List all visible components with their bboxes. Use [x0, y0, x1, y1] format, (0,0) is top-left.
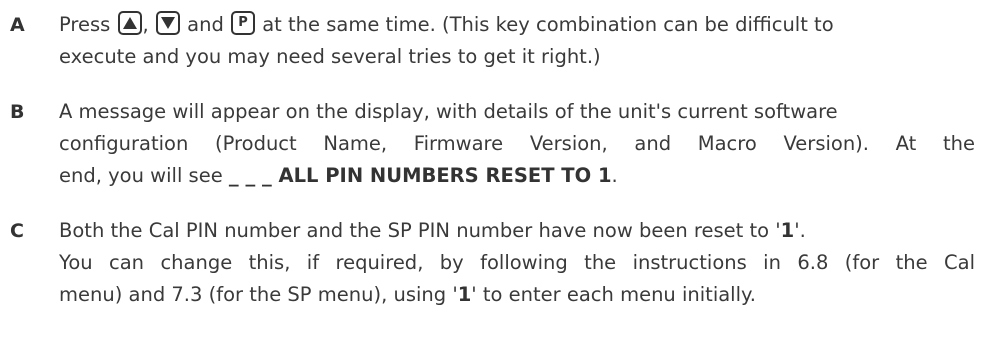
- step-c-line3-post: ' to enter each menu initially.: [471, 283, 756, 306]
- step-line: end, you will see _ _ _ ALL PIN NUMBERS …: [59, 160, 975, 192]
- step-line: configuration (Product Name, Firmware Ve…: [59, 132, 975, 155]
- step-line: You can change this, if required, by fol…: [59, 251, 975, 274]
- step-c-line3-pre: menu) and 7.3 (for the SP menu), using ': [59, 283, 458, 306]
- step-letter: A: [10, 14, 25, 36]
- comma-text: ,: [142, 13, 149, 36]
- step-line: execute and you may need several tries t…: [59, 45, 601, 68]
- step-letter: C: [10, 220, 24, 242]
- step-c-line1-post: '.: [794, 219, 806, 242]
- step-text: Press , and P at the same time. (This ke…: [59, 9, 975, 73]
- step-b-line3-post: .: [611, 164, 618, 187]
- down-arrow-icon: [160, 17, 175, 29]
- step-text: Both the Cal PIN number and the SP PIN n…: [59, 215, 975, 311]
- step-text: A message will appear on the display, wi…: [59, 96, 975, 192]
- step-c-line1-pre: Both the Cal PIN number and the SP PIN n…: [59, 219, 781, 242]
- up-key: [117, 11, 142, 35]
- p-key: P: [231, 11, 256, 35]
- step-b-line3-pre: end, you will see: [59, 164, 229, 187]
- step-line: Both the Cal PIN number and the SP PIN n…: [59, 215, 975, 247]
- up-arrow-icon: [122, 17, 137, 29]
- and-text: and: [187, 13, 224, 36]
- pin-value: 1: [457, 283, 472, 306]
- press-text: Press: [59, 13, 111, 36]
- pin-value: 1: [780, 219, 795, 242]
- step-a-rest: at the same time. (This key combination …: [262, 13, 834, 36]
- step-line: menu) and 7.3 (for the SP menu), using '…: [59, 279, 975, 311]
- step-line: Press , and P at the same time. (This ke…: [59, 9, 975, 41]
- step-line: A message will appear on the display, wi…: [59, 100, 838, 123]
- step-letter: B: [10, 101, 25, 123]
- reset-message: _ _ _ ALL PIN NUMBERS RESET TO 1: [228, 164, 612, 187]
- down-key: [155, 11, 180, 35]
- p-key-label: P: [238, 15, 248, 30]
